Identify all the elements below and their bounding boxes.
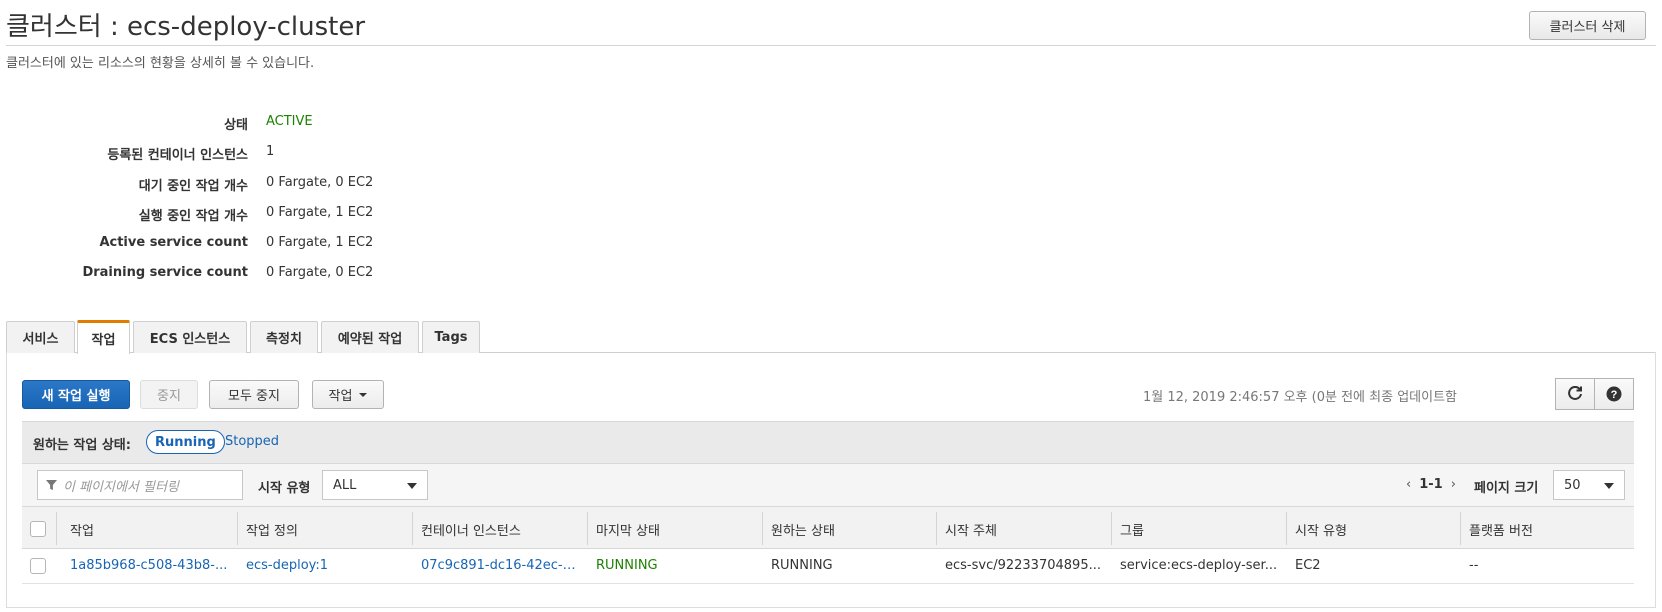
filter-placeholder: 이 페이지에서 필터링 bbox=[63, 479, 179, 495]
refresh-icon bbox=[1568, 386, 1582, 400]
column-header-task[interactable]: 작업 bbox=[70, 520, 94, 539]
select-all-checkbox[interactable] bbox=[30, 521, 46, 537]
column-header-desired-status[interactable]: 원하는 상태 bbox=[771, 520, 835, 539]
last-status-cell: RUNNING bbox=[596, 558, 658, 573]
summary-value-status: ACTIVE bbox=[266, 114, 313, 129]
task-definition-link[interactable]: ecs-deploy:1 bbox=[246, 558, 404, 573]
launch-type-cell: EC2 bbox=[1295, 558, 1321, 573]
filter-icon bbox=[46, 479, 57, 490]
status-filter-stopped[interactable]: Stopped bbox=[225, 434, 279, 449]
tab-tasks[interactable]: 작업 bbox=[77, 320, 130, 354]
summary-label-active-services: Active service count bbox=[99, 235, 248, 250]
task-id-link[interactable]: 1a85b968-c508-43b8-... bbox=[70, 558, 228, 573]
refresh-button[interactable] bbox=[1555, 378, 1595, 410]
actions-dropdown[interactable]: 작업 bbox=[312, 380, 384, 409]
page-title: 클러스터 : ecs-deploy-cluster bbox=[6, 12, 366, 42]
column-header-launch-type[interactable]: 시작 유형 bbox=[1295, 520, 1347, 539]
column-divider bbox=[56, 512, 57, 545]
column-header-container-instance[interactable]: 컨테이너 인스턴스 bbox=[421, 520, 521, 539]
prev-page-icon[interactable]: ‹ bbox=[1406, 477, 1411, 492]
summary-value-pending-tasks: 0 Fargate, 0 EC2 bbox=[266, 175, 374, 190]
next-page-icon[interactable]: › bbox=[1451, 477, 1456, 492]
tab-tags[interactable]: Tags bbox=[422, 321, 480, 353]
summary-value-running-tasks: 0 Fargate, 1 EC2 bbox=[266, 205, 374, 220]
svg-text:?: ? bbox=[1611, 389, 1618, 401]
chevron-down-icon bbox=[1604, 483, 1614, 489]
column-header-platform-version[interactable]: 플랫폼 버전 bbox=[1469, 520, 1533, 539]
help-button[interactable]: ? bbox=[1594, 378, 1634, 410]
column-divider bbox=[587, 512, 588, 545]
chevron-down-icon bbox=[359, 392, 368, 397]
column-divider bbox=[936, 512, 937, 545]
tab-scheduled-tasks[interactable]: 예약된 작업 bbox=[321, 321, 419, 353]
started-by-cell: ecs-svc/92233704895... bbox=[945, 558, 1101, 573]
title-divider bbox=[6, 45, 1656, 46]
summary-label-running-tasks: 실행 중인 작업 개수 bbox=[138, 209, 248, 224]
column-divider bbox=[1460, 512, 1461, 545]
summary-label-registered-instances: 등록된 컨테이너 인스턴스 bbox=[107, 148, 248, 163]
container-instance-link[interactable]: 07c9c891-dc16-42ec-9... bbox=[421, 558, 579, 573]
status-filter-running[interactable]: Running bbox=[146, 430, 225, 454]
column-header-started-by[interactable]: 시작 주체 bbox=[945, 520, 997, 539]
column-divider bbox=[412, 512, 413, 545]
launch-type-label: 시작 유형 bbox=[258, 481, 311, 496]
page-size-value: 50 bbox=[1564, 477, 1581, 493]
summary-label-status: 상태 bbox=[224, 118, 248, 133]
summary-value-active-services: 0 Fargate, 1 EC2 bbox=[266, 235, 374, 250]
chevron-down-icon bbox=[407, 483, 417, 489]
summary-label-draining-services: Draining service count bbox=[82, 265, 248, 280]
tab-metrics[interactable]: 측정치 bbox=[250, 321, 318, 353]
group-cell: service:ecs-deploy-ser... bbox=[1120, 558, 1278, 573]
launch-type-value: ALL bbox=[333, 477, 357, 493]
tab-ecs-instances[interactable]: ECS 인스턴스 bbox=[133, 321, 247, 353]
page-subtitle: 클러스터에 있는 리소스의 현황을 상세히 볼 수 있습니다. bbox=[6, 56, 315, 71]
desired-status-label: 원하는 작업 상태: bbox=[33, 438, 131, 453]
actions-label: 작업 bbox=[328, 389, 353, 404]
help-icon: ? bbox=[1606, 386, 1622, 402]
summary-value-draining-services: 0 Fargate, 0 EC2 bbox=[266, 265, 374, 280]
column-header-group[interactable]: 그룹 bbox=[1120, 520, 1144, 539]
page-size-select[interactable]: 50 bbox=[1553, 470, 1625, 500]
row-checkbox[interactable] bbox=[30, 558, 46, 574]
column-header-task-definition[interactable]: 작업 정의 bbox=[246, 520, 298, 539]
column-divider bbox=[1286, 512, 1287, 545]
column-divider bbox=[237, 512, 238, 545]
launch-type-select[interactable]: ALL bbox=[322, 470, 428, 500]
filter-input[interactable]: 이 페이지에서 필터링 bbox=[37, 470, 243, 500]
pagination: ‹ 1-1 › bbox=[1406, 477, 1456, 492]
page-size-label: 페이지 크기 bbox=[1474, 481, 1539, 496]
stop-button[interactable]: 중지 bbox=[140, 380, 198, 409]
delete-cluster-button[interactable]: 클러스터 삭제 bbox=[1529, 11, 1646, 40]
column-header-last-status[interactable]: 마지막 상태 bbox=[596, 520, 660, 539]
summary-value-registered-instances: 1 bbox=[266, 144, 275, 159]
tab-services[interactable]: 서비스 bbox=[6, 321, 75, 353]
stop-all-button[interactable]: 모두 중지 bbox=[209, 380, 299, 409]
platform-version-cell: -- bbox=[1469, 558, 1479, 573]
summary-label-pending-tasks: 대기 중인 작업 개수 bbox=[138, 179, 248, 194]
page-range: 1-1 bbox=[1419, 477, 1443, 492]
column-divider bbox=[1111, 512, 1112, 545]
column-divider bbox=[762, 512, 763, 545]
desired-status-cell: RUNNING bbox=[771, 558, 833, 573]
run-new-task-button[interactable]: 새 작업 실행 bbox=[22, 380, 130, 409]
last-updated-text: 1월 12, 2019 2:46:57 오후 (0분 전에 최종 업데이트함 bbox=[1142, 390, 1457, 405]
